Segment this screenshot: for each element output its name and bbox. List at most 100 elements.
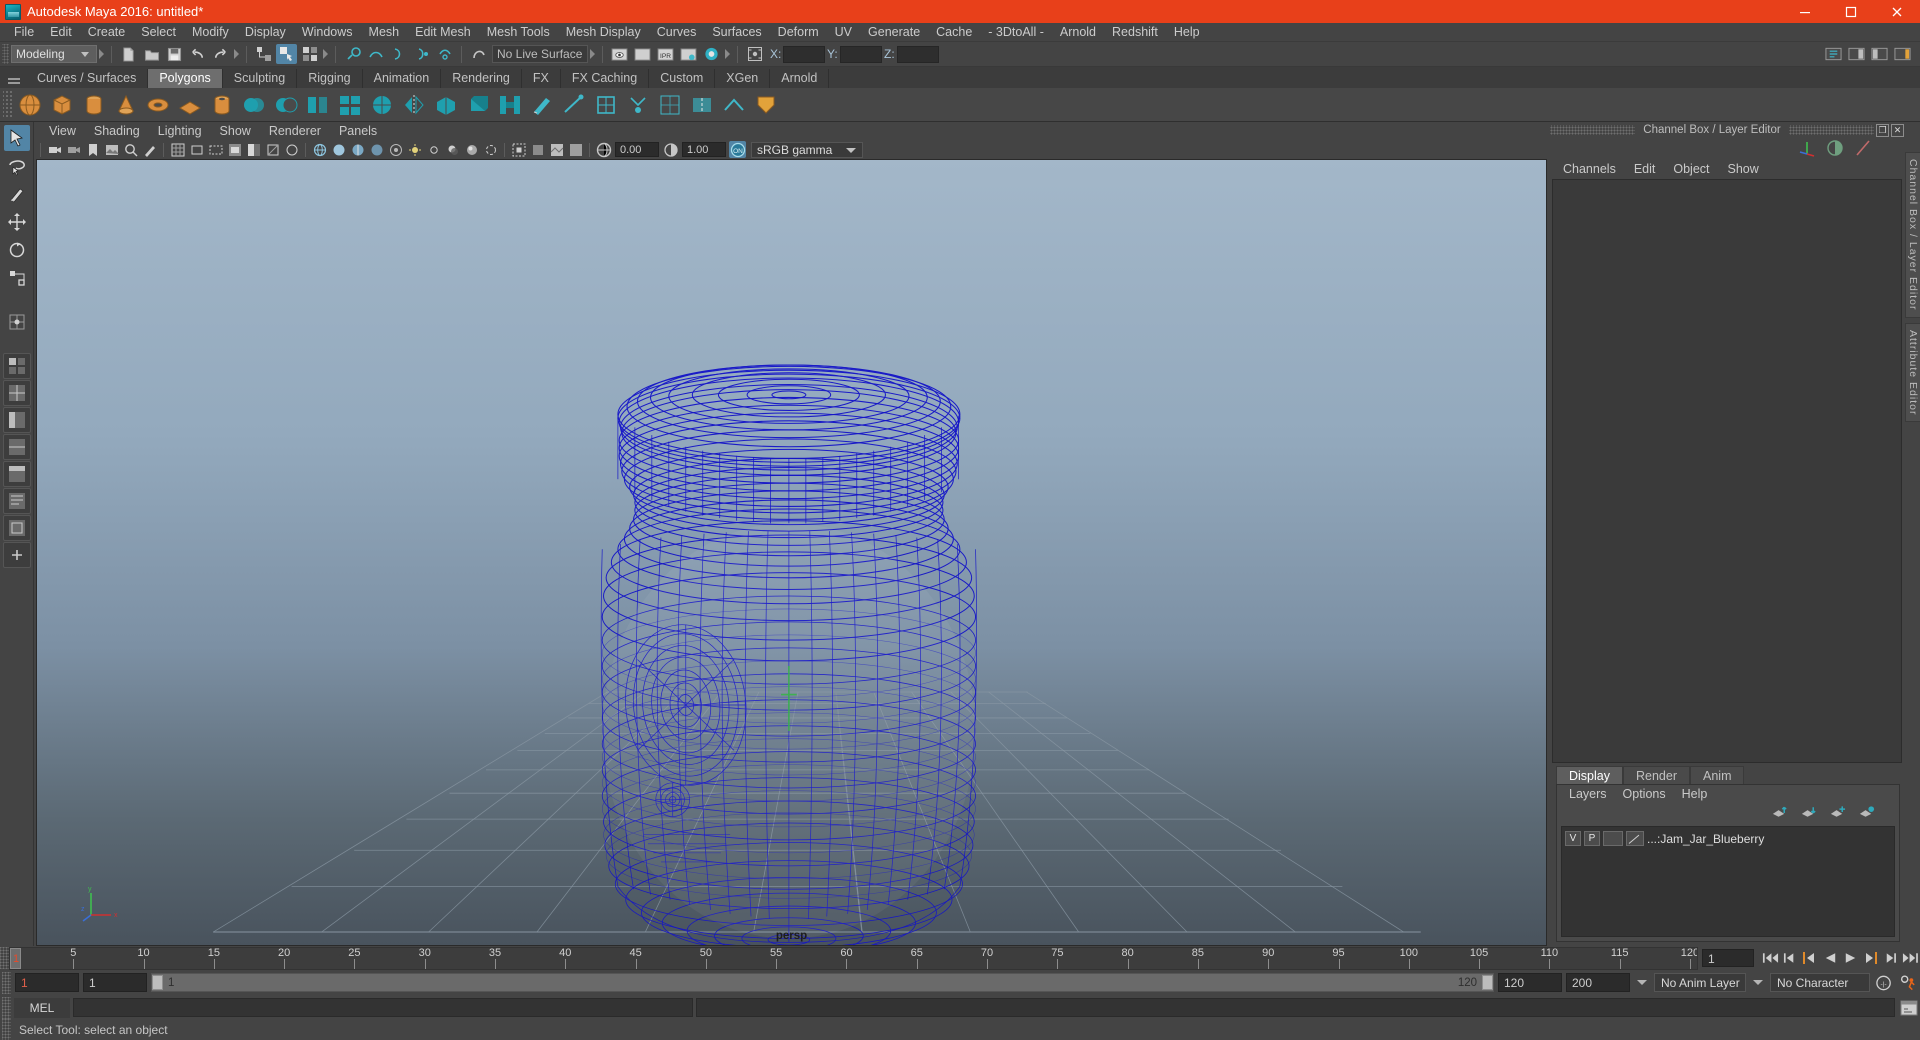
- menu-arnold[interactable]: Arnold: [1052, 23, 1104, 42]
- snap-to-projected-center-icon[interactable]: [411, 44, 432, 64]
- menu-edit[interactable]: Edit: [42, 23, 80, 42]
- bevel-icon[interactable]: [463, 90, 493, 120]
- snap-to-point-icon[interactable]: [388, 44, 409, 64]
- exposure-toggle-icon[interactable]: [245, 141, 262, 158]
- flat-shade-icon[interactable]: [368, 141, 385, 158]
- menu-surfaces[interactable]: Surfaces: [704, 23, 769, 42]
- script-language-button[interactable]: MEL: [14, 997, 70, 1018]
- menu-uv[interactable]: UV: [827, 23, 860, 42]
- time-slider-track[interactable]: 1 5 10 15 20 25 30 35 40 45 50 55 60 65 70 75 80 85 90 95 1…: [9, 946, 1698, 970]
- snap-to-view-plane-icon[interactable]: [434, 44, 455, 64]
- quick-layout-outliner-persp-icon[interactable]: [2, 407, 31, 433]
- redo-icon[interactable]: [210, 44, 231, 64]
- menu-deform[interactable]: Deform: [770, 23, 827, 42]
- move-layer-down-icon[interactable]: [1800, 805, 1817, 822]
- extrude-icon[interactable]: [431, 90, 461, 120]
- save-scene-icon[interactable]: [164, 44, 185, 64]
- menu-redshift[interactable]: Redshift: [1104, 23, 1166, 42]
- menu-generate[interactable]: Generate: [860, 23, 928, 42]
- character-set-dropdown-icon[interactable]: [1750, 973, 1766, 992]
- shelf-grip[interactable]: [3, 90, 14, 119]
- channelbox-menu-channels[interactable]: Channels: [1554, 160, 1625, 179]
- minimize-button[interactable]: [1782, 0, 1828, 23]
- transform-axes-icon[interactable]: [1798, 139, 1816, 160]
- bridge-icon[interactable]: [495, 90, 525, 120]
- menu-curves[interactable]: Curves: [649, 23, 705, 42]
- viewport-menu-view[interactable]: View: [40, 122, 85, 140]
- anim-layer-field[interactable]: No Anim Layer: [1654, 973, 1746, 992]
- sculpt-tool-icon[interactable]: [527, 90, 557, 120]
- display-textures-icon[interactable]: [548, 141, 565, 158]
- go-to-end-icon[interactable]: [1900, 948, 1920, 968]
- animation-preferences-icon[interactable]: [1898, 973, 1918, 993]
- render-settings-icon[interactable]: [678, 44, 699, 64]
- last-tool-used-icon[interactable]: [4, 309, 30, 335]
- smooth-shade-all-icon[interactable]: [330, 141, 347, 158]
- quick-layout-four-view-icon[interactable]: [2, 380, 31, 406]
- layer-row[interactable]: V P ...:Jam_Jar_Blueberry: [1565, 830, 1891, 847]
- close-button[interactable]: [1874, 0, 1920, 23]
- xray-components-icon[interactable]: [529, 141, 546, 158]
- open-scene-icon[interactable]: [141, 44, 162, 64]
- help-line-grip[interactable]: [2, 1019, 11, 1040]
- menu-create[interactable]: Create: [80, 23, 134, 42]
- show-hide-modeling-toolkit-icon[interactable]: [1823, 44, 1844, 64]
- input-output-toggle-icon[interactable]: [744, 44, 765, 64]
- collapse-arrow-icon-2[interactable]: [232, 45, 241, 63]
- boolean-union-icon[interactable]: [239, 90, 269, 120]
- xray-joints-icon[interactable]: [283, 141, 300, 158]
- shelf-tab-fx-caching[interactable]: FX Caching: [560, 69, 650, 88]
- vertical-tab-channel-box[interactable]: Channel Box / Layer Editor: [1905, 152, 1920, 318]
- poly-pipe-icon[interactable]: [207, 90, 237, 120]
- poly-sphere-icon[interactable]: [15, 90, 45, 120]
- image-plane-icon[interactable]: [103, 141, 120, 158]
- menuset-selector[interactable]: Modeling: [11, 45, 97, 63]
- range-slider-grip[interactable]: [2, 971, 11, 994]
- motion-blur-icon[interactable]: [482, 141, 499, 158]
- viewport-menu-renderer[interactable]: Renderer: [260, 122, 330, 140]
- command-input-field[interactable]: [73, 998, 693, 1017]
- layer-shading-state-icon[interactable]: [1626, 831, 1644, 846]
- viewport-menu-show[interactable]: Show: [211, 122, 260, 140]
- scale-tool-icon[interactable]: [4, 265, 30, 291]
- ipr-render-icon[interactable]: IPR: [655, 44, 676, 64]
- x-field[interactable]: [783, 45, 825, 63]
- go-to-start-icon[interactable]: [1760, 948, 1780, 968]
- layer-tab-display[interactable]: Display: [1556, 766, 1623, 784]
- step-back-icon[interactable]: [1780, 948, 1800, 968]
- quick-layout-add-icon[interactable]: [2, 542, 31, 568]
- range-left-handle[interactable]: [152, 975, 163, 990]
- previous-key-icon[interactable]: [1800, 948, 1820, 968]
- move-tool-icon[interactable]: [4, 209, 30, 235]
- next-key-icon[interactable]: [1860, 948, 1880, 968]
- quick-layout-outliner-icon[interactable]: [2, 488, 31, 514]
- layer-visibility-toggle[interactable]: V: [1565, 831, 1581, 846]
- rotate-tool-icon[interactable]: [4, 237, 30, 263]
- crease-tool-icon[interactable]: [719, 90, 749, 120]
- range-end-field[interactable]: 120: [1498, 973, 1562, 992]
- channelbox-menu-edit[interactable]: Edit: [1625, 160, 1665, 179]
- status-line-grip[interactable]: [2, 44, 9, 64]
- channelbox-menu-show[interactable]: Show: [1719, 160, 1768, 179]
- menu-mesh[interactable]: Mesh: [361, 23, 408, 42]
- target-weld-icon[interactable]: [623, 90, 653, 120]
- shelf-tab-arnold[interactable]: Arnold: [770, 69, 830, 88]
- time-slider-grip[interactable]: [0, 947, 9, 969]
- grease-pencil-icon[interactable]: [141, 141, 158, 158]
- unfold-uv-icon[interactable]: [751, 90, 781, 120]
- render-current-frame-icon[interactable]: [609, 44, 630, 64]
- poly-plane-icon[interactable]: [175, 90, 205, 120]
- quad-draw-icon[interactable]: [591, 90, 621, 120]
- range-right-handle[interactable]: [1482, 975, 1493, 990]
- current-frame-field[interactable]: 1: [1702, 949, 1754, 967]
- quick-layout-persp-graph-icon[interactable]: [2, 434, 31, 460]
- command-line-grip[interactable]: [2, 996, 11, 1019]
- grid-display-icon[interactable]: [169, 141, 186, 158]
- mirror-geometry-icon[interactable]: [399, 90, 429, 120]
- layer-list[interactable]: V P ...:Jam_Jar_Blueberry: [1561, 826, 1895, 937]
- lighting-default-icon[interactable]: [406, 141, 423, 158]
- boolean-difference-icon[interactable]: [271, 90, 301, 120]
- ambient-occlusion-icon[interactable]: [463, 141, 480, 158]
- menu-select[interactable]: Select: [133, 23, 184, 42]
- step-forward-icon[interactable]: [1880, 948, 1900, 968]
